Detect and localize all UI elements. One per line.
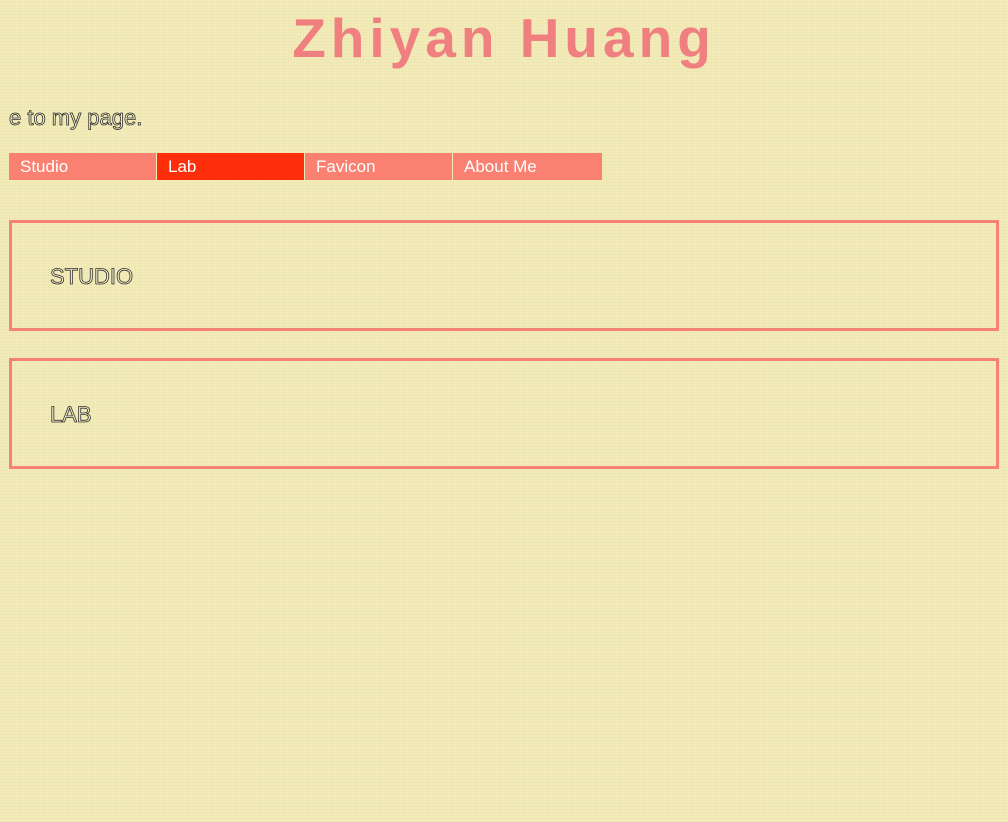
lab-heading: LAB — [50, 402, 92, 428]
studio-section: STUDIO — [9, 220, 999, 331]
nav-item-studio[interactable]: Studio — [9, 153, 157, 180]
nav-item-lab[interactable]: Lab — [157, 153, 305, 180]
lab-section: LAB — [9, 358, 999, 469]
nav-item-about-me[interactable]: About Me — [453, 153, 602, 180]
nav-item-favicon[interactable]: Favicon — [305, 153, 453, 180]
welcome-text: e to my page. — [9, 105, 143, 131]
studio-heading: STUDIO — [50, 264, 134, 290]
main-nav: Studio Lab Favicon About Me — [9, 153, 602, 180]
site-title: Zhiyan Huang — [292, 7, 716, 69]
